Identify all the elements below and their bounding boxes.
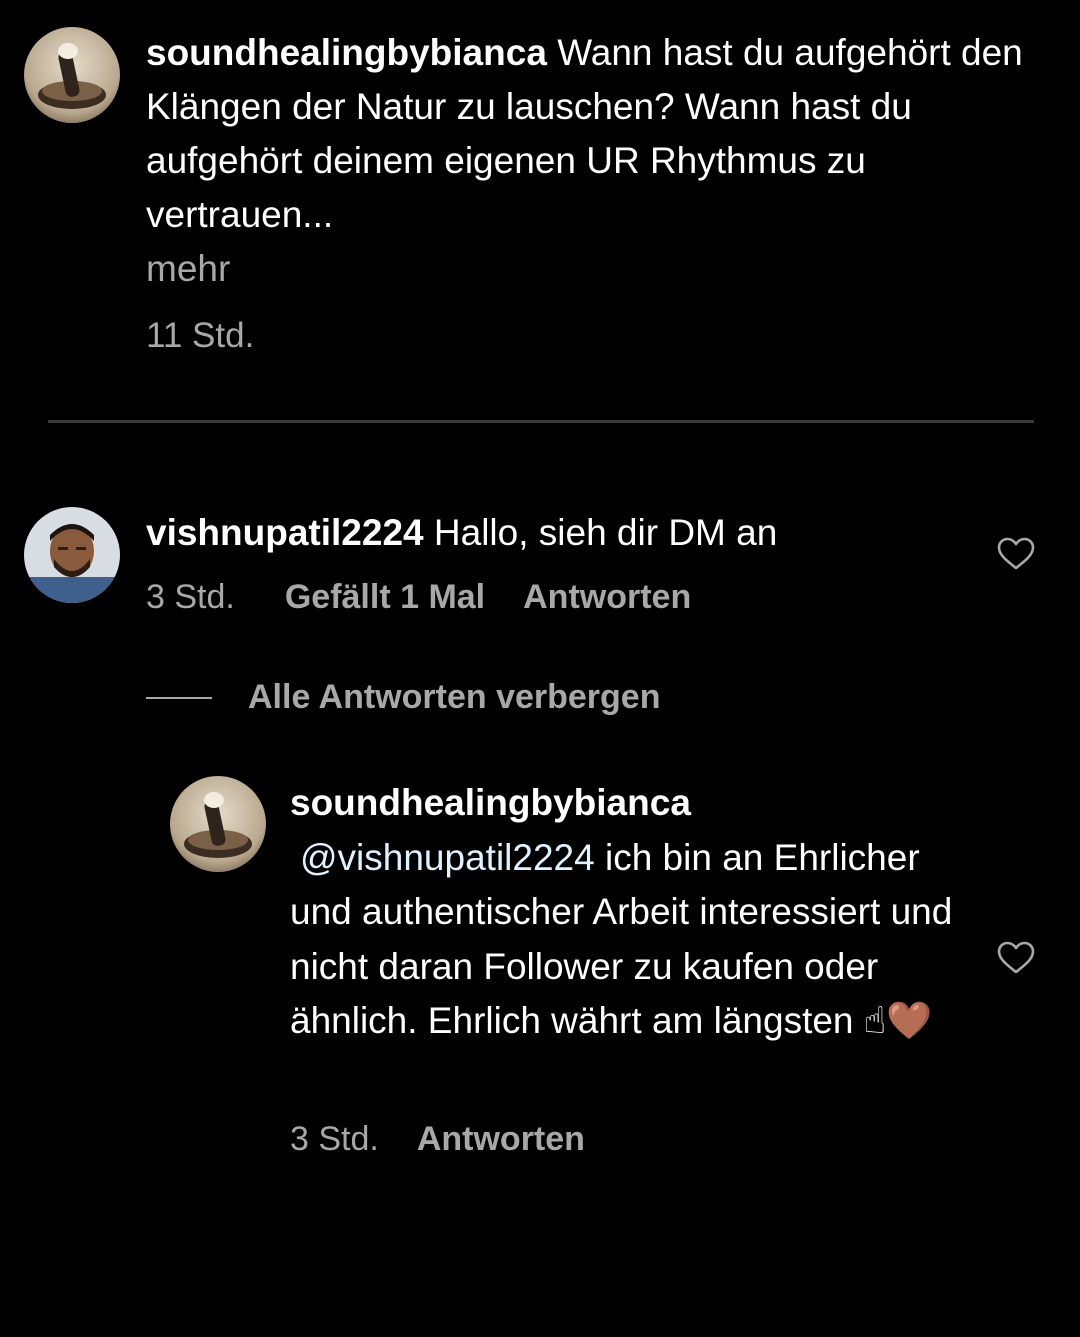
reply-username[interactable]: soundhealingbybianca xyxy=(290,776,970,831)
comment-likes[interactable]: Gefällt 1 Mal xyxy=(285,578,485,617)
comment-meta: 3 Std. Gefällt 1 Mal Antworten xyxy=(146,578,729,617)
reply-reply-button[interactable]: Antworten xyxy=(417,1120,585,1159)
comment-timestamp: 3 Std. xyxy=(146,578,235,616)
reply-emoji: ☝🤎 xyxy=(863,999,933,1042)
caption-timestamp: 11 Std. xyxy=(146,316,255,355)
comment-reply-button[interactable]: Antworten xyxy=(523,578,691,617)
singing-bowl-avatar-image xyxy=(170,776,266,872)
comments-screen: soundhealingbybianca Wann hast du aufgeh… xyxy=(0,0,1080,1337)
reply-timestamp: 3 Std. xyxy=(290,1120,379,1158)
heart-outline-icon[interactable] xyxy=(997,537,1035,571)
caption: soundhealingbybianca Wann hast du aufgeh… xyxy=(146,26,1046,296)
comment-avatar[interactable] xyxy=(24,507,120,603)
singing-bowl-avatar-image xyxy=(24,27,120,123)
reply-mention[interactable]: @vishnupatil2224 xyxy=(300,837,595,878)
hide-replies-label: Alle Antworten verbergen xyxy=(248,678,661,716)
replies-dash xyxy=(146,696,212,699)
user-avatar-image xyxy=(24,507,120,603)
hide-replies-button[interactable]: Alle Antworten verbergen xyxy=(146,678,660,717)
caption-avatar[interactable] xyxy=(24,27,120,123)
reply: soundhealingbybianca @vishnupatil2224 ic… xyxy=(290,776,970,1049)
caption-username[interactable]: soundhealingbybianca xyxy=(146,32,547,73)
divider xyxy=(48,420,1034,423)
more-link[interactable]: mehr xyxy=(146,242,1046,296)
reply-meta: 3 Std. Antworten xyxy=(290,1120,623,1159)
reply-avatar[interactable] xyxy=(170,776,266,872)
comment-text: Hallo, sieh dir DM an xyxy=(433,512,778,553)
comment-username[interactable]: vishnupatil2224 xyxy=(146,512,424,553)
comment: vishnupatil2224 Hallo, sieh dir DM an xyxy=(146,506,777,560)
heart-outline-icon[interactable] xyxy=(997,941,1035,975)
